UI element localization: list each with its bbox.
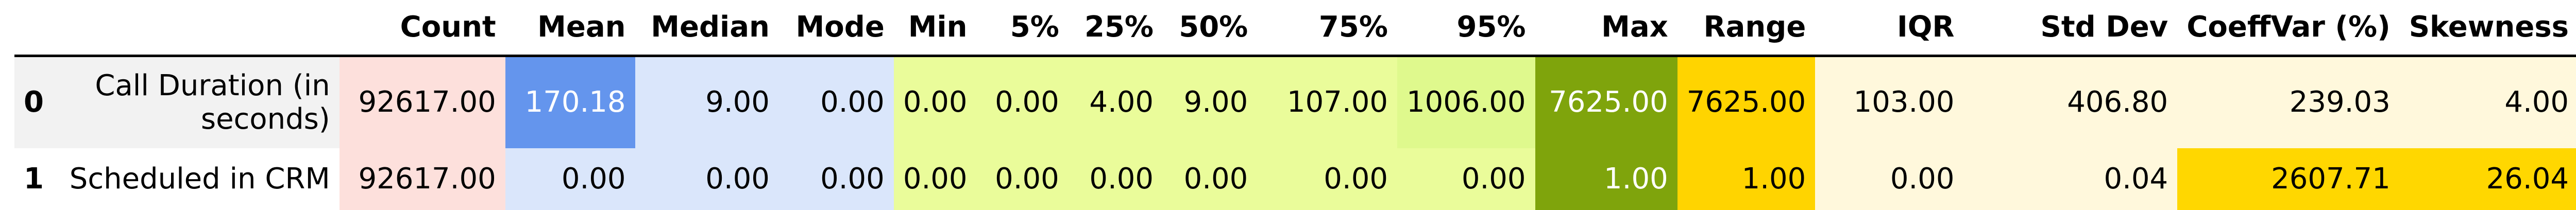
column-header-iqr: IQR — [1815, 0, 1964, 56]
row-index: 1 — [14, 148, 57, 210]
value-cell: 92617.00 — [339, 56, 505, 148]
row-index: 0 — [14, 56, 57, 148]
column-header-median: Median — [635, 0, 779, 56]
value-cell: 0.00 — [635, 148, 779, 210]
column-header-max: Max — [1535, 0, 1677, 56]
column-header-p95: 95% — [1397, 0, 1535, 56]
column-header-p75: 75% — [1257, 0, 1397, 56]
value-cell: 0.00 — [893, 56, 977, 148]
value-cell: 92617.00 — [339, 148, 505, 210]
value-cell: 107.00 — [1257, 56, 1397, 148]
column-header-coeff-var: CoeffVar (%) — [2177, 0, 2400, 56]
value-cell: 9.00 — [1163, 56, 1258, 148]
column-header-mode: Mode — [778, 0, 894, 56]
value-cell: 1.00 — [1535, 148, 1677, 210]
column-header-skewness: Skewness — [2399, 0, 2576, 56]
column-header-min: Min — [893, 0, 977, 56]
value-cell: 0.00 — [778, 148, 894, 210]
value-cell: 239.03 — [2177, 56, 2400, 148]
value-cell: 1.00 — [1677, 148, 1816, 210]
column-header-std-dev: Std Dev — [1963, 0, 2178, 56]
value-cell: 0.00 — [1068, 148, 1163, 210]
value-cell: 0.00 — [893, 148, 977, 210]
value-cell: 0.00 — [976, 148, 1069, 210]
statistics-table: Count Mean Median Mode Min 5% 25% 50% 75… — [14, 0, 2576, 210]
value-cell: 0.00 — [1397, 148, 1535, 210]
header-label-blank — [57, 0, 340, 56]
value-cell: 1006.00 — [1397, 56, 1535, 148]
value-cell: 0.00 — [505, 148, 635, 210]
column-header-p50: 50% — [1163, 0, 1258, 56]
row-label: Call Duration (in seconds) — [57, 56, 340, 148]
value-cell: 2607.71 — [2177, 148, 2400, 210]
value-cell: 9.00 — [635, 56, 779, 148]
value-cell: 7625.00 — [1535, 56, 1677, 148]
value-cell: 7625.00 — [1677, 56, 1816, 148]
header-row: Count Mean Median Mode Min 5% 25% 50% 75… — [14, 0, 2576, 56]
table-row: 1 Scheduled in CRM 92617.00 0.00 0.00 0.… — [14, 148, 2576, 210]
statistics-table-container: Count Mean Median Mode Min 5% 25% 50% 75… — [0, 0, 2576, 210]
value-cell: 4.00 — [2399, 56, 2576, 148]
header-index-blank — [14, 0, 57, 56]
column-header-p5: 5% — [976, 0, 1069, 56]
table-row: 0 Call Duration (in seconds) 92617.00 17… — [14, 56, 2576, 148]
value-cell: 103.00 — [1815, 56, 1964, 148]
value-cell: 0.00 — [976, 56, 1069, 148]
value-cell: 170.18 — [505, 56, 635, 148]
value-cell: 0.00 — [778, 56, 894, 148]
value-cell: 406.80 — [1963, 56, 2178, 148]
column-header-p25: 25% — [1068, 0, 1163, 56]
value-cell: 0.04 — [1963, 148, 2178, 210]
value-cell: 0.00 — [1163, 148, 1258, 210]
value-cell: 0.00 — [1815, 148, 1964, 210]
column-header-range: Range — [1677, 0, 1816, 56]
column-header-count: Count — [339, 0, 505, 56]
value-cell: 26.04 — [2399, 148, 2576, 210]
row-label: Scheduled in CRM — [57, 148, 340, 210]
column-header-mean: Mean — [505, 0, 635, 56]
value-cell: 4.00 — [1068, 56, 1163, 148]
value-cell: 0.00 — [1257, 148, 1397, 210]
